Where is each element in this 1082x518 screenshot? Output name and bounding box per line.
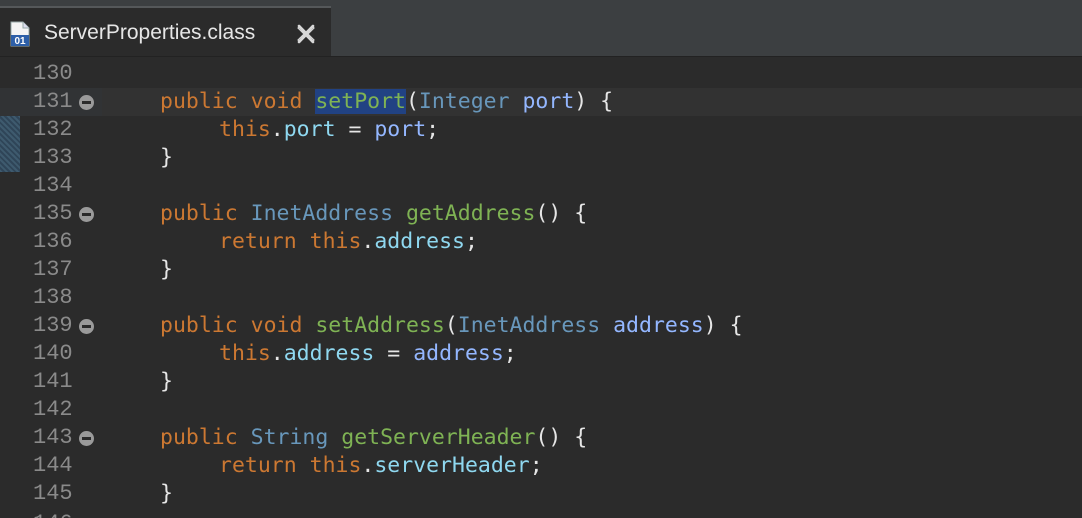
code-line: 144 return this.serverHeader;: [0, 452, 1082, 480]
code-line: 134: [0, 172, 1082, 200]
code-line: 130: [0, 60, 1082, 88]
fold-collapse-icon[interactable]: [79, 319, 94, 334]
line-number: 139: [33, 313, 73, 338]
line-number: 132: [33, 117, 73, 142]
selected-text: setPort: [315, 89, 406, 114]
code-editor[interactable]: 130 131 public void setPort(Integer port…: [0, 57, 1082, 518]
code-text[interactable]: public void setAddress(InetAddress addre…: [160, 312, 743, 340]
svg-text:01: 01: [14, 36, 26, 47]
code-text[interactable]: }: [160, 256, 173, 284]
code-line: 136 return this.address;: [0, 228, 1082, 256]
code-text[interactable]: }: [160, 480, 173, 508]
tab-server-properties[interactable]: 01 ServerProperties.class: [0, 6, 331, 56]
code-line: 135 public InetAddress getAddress() {: [0, 200, 1082, 228]
code-line: 141 }: [0, 368, 1082, 396]
code-line: 138: [0, 284, 1082, 312]
code-text[interactable]: public void setPort(Integer port) {: [160, 88, 613, 116]
class-file-icon: 01: [10, 21, 30, 47]
code-text[interactable]: return this.serverHeader;: [219, 452, 543, 480]
code-text[interactable]: }: [160, 368, 173, 396]
fold-collapse-icon[interactable]: [79, 95, 94, 110]
code-line: 145 }: [0, 480, 1082, 508]
line-number: 137: [33, 257, 73, 282]
editor-window: 01 ServerProperties.class 130 131 public…: [0, 0, 1082, 518]
line-number: 131: [33, 89, 73, 114]
code-line: 142: [0, 396, 1082, 424]
line-number: 130: [33, 61, 73, 86]
code-line: 133 }: [0, 144, 1082, 172]
line-number: 142: [33, 397, 73, 422]
close-icon[interactable]: [294, 22, 318, 46]
code-text[interactable]: }: [160, 144, 173, 172]
code-text[interactable]: this.port = port;: [219, 116, 439, 144]
line-number: 133: [33, 145, 73, 170]
tab-title: ServerProperties.class: [44, 21, 256, 44]
line-number: 140: [33, 341, 73, 366]
code-line: 139 public void setAddress(InetAddress a…: [0, 312, 1082, 340]
line-number: 136: [33, 229, 73, 254]
line-number: 141: [33, 369, 73, 394]
fold-collapse-icon[interactable]: [79, 207, 94, 222]
tab-bar: 01 ServerProperties.class: [0, 0, 1082, 57]
line-number: 134: [33, 173, 73, 198]
line-number: 135: [33, 201, 73, 226]
line-number-partial: 146: [33, 510, 93, 518]
code-line: 143 public String getServerHeader() {: [0, 424, 1082, 452]
code-text[interactable]: public InetAddress getAddress() {: [160, 200, 587, 228]
code-text[interactable]: this.address = address;: [219, 340, 517, 368]
line-number: 138: [33, 285, 73, 310]
code-text[interactable]: public String getServerHeader() {: [160, 424, 587, 452]
line-number: 143: [33, 425, 73, 450]
line-number: 145: [33, 481, 73, 506]
code-line: 137 }: [0, 256, 1082, 284]
code-line: 132 this.port = port;: [0, 116, 1082, 144]
fold-collapse-icon[interactable]: [79, 431, 94, 446]
code-area: public void setPort(Integer port) {: [102, 88, 1082, 116]
code-text[interactable]: return this.address;: [219, 228, 478, 256]
code-line: 140 this.address = address;: [0, 340, 1082, 368]
line-number: 144: [33, 453, 73, 478]
code-line-current: 131 public void setPort(Integer port) {: [0, 88, 1082, 116]
